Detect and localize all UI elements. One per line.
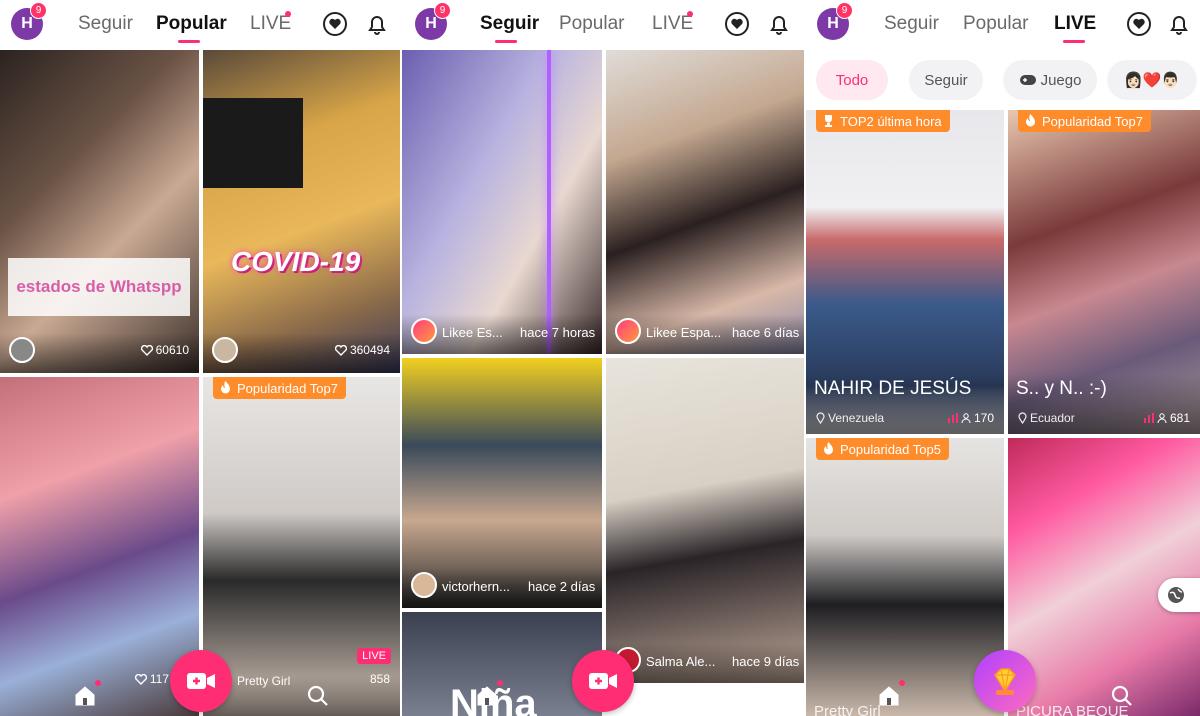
home-icon[interactable] — [73, 684, 97, 708]
search-icon[interactable] — [306, 684, 330, 708]
tab-active-indicator — [1063, 40, 1085, 43]
user-avatar[interactable] — [411, 572, 437, 598]
video-time: hace 2 días — [528, 579, 596, 594]
video-tile[interactable]: Likee Espa... hace 6 días — [606, 50, 804, 354]
filter-chip-juego[interactable]: Juego — [1003, 60, 1097, 100]
fire-icon — [824, 442, 833, 455]
bell-icon[interactable] — [766, 11, 792, 37]
record-video-button[interactable] — [170, 650, 232, 712]
video-time: hace 9 días — [732, 654, 800, 669]
top-header: H 9 Seguir Popular LIVE — [402, 0, 804, 50]
search-icon[interactable] — [1110, 684, 1134, 708]
video-time: hace 6 días — [732, 325, 800, 340]
tile-overlay-text: estados de Whatspp — [8, 258, 190, 316]
streamer-location: Venezuela — [816, 411, 884, 425]
video-author: Salma Ale... — [646, 654, 716, 669]
fire-icon — [221, 381, 230, 394]
tab-seguir[interactable]: Seguir — [480, 13, 539, 35]
bell-icon[interactable] — [364, 11, 390, 37]
streamer-name: S.. y N.. :-) — [1016, 378, 1107, 399]
streamer-name: NAHIR DE JESÚS — [814, 378, 972, 399]
panel-live: H 9 Seguir Popular LIVE Todo Seguir Jueg… — [806, 0, 1200, 716]
tab-live[interactable]: LIVE — [250, 13, 291, 35]
notification-badge: 9 — [434, 2, 451, 19]
tile-overlay-text: COVID-19 — [231, 246, 361, 277]
tab-active-indicator — [178, 40, 200, 43]
user-avatar[interactable] — [615, 318, 641, 344]
tab-popular[interactable]: Popular — [559, 13, 625, 35]
tv-shape — [203, 98, 303, 188]
tab-popular[interactable]: Popular — [963, 13, 1029, 35]
location-pin-icon — [816, 412, 825, 424]
tab-seguir[interactable]: Seguir — [78, 13, 133, 35]
camera-icon — [589, 673, 617, 689]
user-icon — [1157, 413, 1167, 423]
fire-icon — [1026, 114, 1035, 127]
popularity-badge: Popularidad Top7 — [1018, 110, 1151, 132]
video-author: Likee Es... — [442, 325, 503, 340]
heart-icon — [334, 344, 347, 356]
live-tile[interactable]: Popularidad Top7 S.. y N.. :-) Ecuador 6… — [1008, 110, 1200, 434]
location-pin-icon — [1018, 412, 1027, 424]
rank-badge: TOP2 última hora — [816, 110, 950, 132]
camera-icon — [187, 673, 215, 689]
panel-seguir: H 9 Seguir Popular LIVE Likee Es... hace… — [402, 0, 804, 716]
tab-seguir[interactable]: Seguir — [884, 13, 939, 35]
live-badge: LIVE — [357, 648, 391, 664]
home-icon[interactable] — [877, 684, 901, 708]
globe-icon — [1168, 587, 1184, 603]
live-tile[interactable]: Popularidad Top7 LIVE Pretty Girl 858 — [203, 377, 400, 716]
record-video-button[interactable] — [572, 650, 634, 712]
live-gift-button[interactable] — [974, 650, 1036, 712]
video-author: victorhern... — [442, 579, 510, 594]
video-tile[interactable]: Salma Ale... hace 9 días — [606, 358, 804, 683]
video-tile[interactable]: estados de Whatspp 60610 — [0, 50, 199, 373]
filter-chip-couple[interactable]: 👩🏻❤️👨🏻 — [1107, 60, 1197, 100]
top-header: H 9 Seguir Popular LIVE — [806, 0, 1200, 50]
viewer-count: 170 — [947, 411, 994, 425]
top-header: H 9 Seguir Popular LIVE — [0, 0, 400, 50]
match-heart-icon[interactable] — [1126, 11, 1152, 37]
filter-chip-todo[interactable]: Todo — [816, 60, 888, 100]
globe-toggle[interactable] — [1158, 578, 1200, 612]
notification-badge: 9 — [836, 2, 853, 19]
user-avatar[interactable] — [212, 337, 238, 363]
popularity-badge: Popularidad Top7 — [213, 377, 346, 399]
live-bars-icon — [1143, 413, 1154, 423]
live-tile[interactable]: TOP2 última hora NAHIR DE JESÚS Venezuel… — [806, 110, 1004, 434]
live-bars-icon — [947, 413, 958, 423]
filter-chip-seguir[interactable]: Seguir — [909, 60, 983, 100]
notification-badge: 9 — [30, 2, 47, 19]
tab-active-indicator — [495, 40, 517, 43]
match-heart-icon[interactable] — [322, 11, 348, 37]
user-avatar[interactable] — [411, 318, 437, 344]
user-avatar[interactable] — [9, 337, 35, 363]
search-icon[interactable] — [708, 684, 732, 708]
video-tile[interactable]: Likee Es... hace 7 horas — [402, 50, 602, 354]
live-dot — [285, 11, 291, 17]
video-tile[interactable]: 117 — [0, 377, 199, 716]
live-tile[interactable]: PICURA BEQUE — [1008, 438, 1200, 716]
tab-live[interactable]: LIVE — [652, 13, 693, 35]
user-icon — [961, 413, 971, 423]
trophy-icon — [825, 115, 832, 127]
tab-live[interactable]: LIVE — [1054, 13, 1096, 35]
panel-popular: H 9 Seguir Popular LIVE estados de Whats… — [0, 0, 400, 716]
video-time: hace 7 horas — [520, 325, 596, 340]
like-count: 360494 — [334, 343, 390, 357]
match-heart-icon[interactable] — [724, 11, 750, 37]
video-tile[interactable]: COVID-19 360494 — [203, 50, 400, 373]
like-count: 60610 — [140, 343, 189, 357]
heart-icon — [140, 344, 153, 356]
gamepad-icon — [1019, 75, 1036, 85]
video-tile[interactable]: victorhern... hace 2 días — [402, 358, 602, 608]
tab-popular[interactable]: Popular — [156, 13, 227, 35]
gem-icon — [994, 668, 1016, 695]
bell-icon[interactable] — [1166, 11, 1192, 37]
home-icon[interactable] — [475, 684, 499, 708]
streamer-location: Ecuador — [1018, 411, 1075, 425]
popularity-badge: Popularidad Top5 — [816, 438, 949, 460]
viewer-count: 681 — [1143, 411, 1190, 425]
video-author: Likee Espa... — [646, 325, 722, 340]
